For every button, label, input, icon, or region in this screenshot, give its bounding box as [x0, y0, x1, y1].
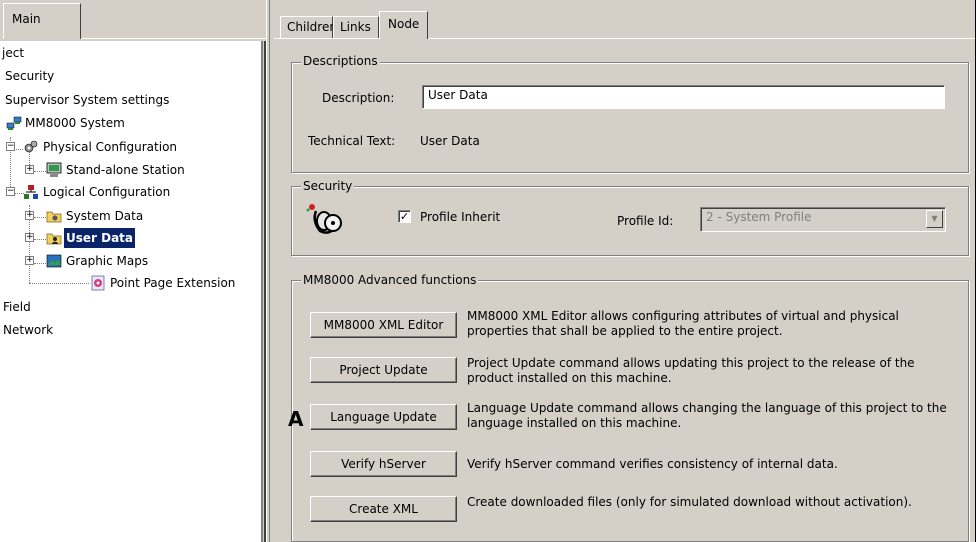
tree-item-system-data[interactable]: + System Data [0, 206, 260, 226]
tree-item-standalone-station[interactable]: + Stand-alone Station [0, 160, 260, 180]
technical-text-label: Technical Text: [308, 134, 396, 148]
language-update-button[interactable]: Language Update [310, 404, 457, 430]
tree-item-point-page-extension[interactable]: Point Page Extension [0, 273, 260, 293]
project-update-button[interactable]: Project Update [310, 357, 457, 383]
application-window: Main ject Security Supervisor System set… [0, 0, 976, 542]
tab-node[interactable]: Node [379, 11, 428, 39]
profile-id-select[interactable]: 2 - System Profile ▼ [700, 207, 946, 232]
map-icon [46, 254, 62, 268]
description-field[interactable]: User Data [422, 85, 945, 109]
mm8000-xml-editor-button[interactable]: MM8000 XML Editor [310, 312, 457, 338]
tree-item-field[interactable]: Field [3, 297, 31, 317]
right-panel: Children Links Node Descriptions Descrip… [272, 0, 975, 542]
profile-id-label: Profile Id: [617, 214, 674, 228]
security-legend: Security [301, 179, 355, 193]
logical-tree-icon [24, 185, 38, 199]
tab-links[interactable]: Links [333, 16, 379, 38]
tree-item-supervisor-settings[interactable]: Supervisor System settings [5, 90, 169, 110]
tree-item-graphic-maps[interactable]: + Graphic Maps [0, 251, 260, 271]
tree-item-project[interactable]: ject [2, 43, 24, 63]
gears-icon [24, 140, 38, 153]
annotation-marker: A [288, 407, 304, 431]
technical-text-value: User Data [420, 134, 480, 148]
project-tree[interactable]: ject Security Supervisor System settings… [0, 41, 263, 542]
mm8000-xml-editor-description: MM8000 XML Editor allows configuring att… [467, 309, 899, 338]
advanced-functions-legend: MM8000 Advanced functions [301, 273, 479, 287]
expand-icon[interactable]: + [25, 233, 34, 242]
expand-icon[interactable]: + [25, 256, 34, 265]
panel-splitter[interactable] [266, 0, 270, 542]
chevron-down-icon[interactable]: ▼ [926, 210, 943, 228]
create-xml-button[interactable]: Create XML [310, 496, 457, 522]
left-panel: Main ject Security Supervisor System set… [0, 0, 268, 542]
monitor-icon [46, 162, 62, 177]
profile-inherit-checkbox[interactable]: ✓ [398, 210, 411, 223]
user-folder-icon [46, 233, 62, 245]
point-page-icon [91, 275, 105, 291]
profile-lock-icon [306, 204, 342, 234]
collapse-icon[interactable]: − [6, 142, 15, 151]
tab-children[interactable]: Children [280, 16, 337, 38]
description-label: Description: [322, 91, 395, 105]
tree-item-mm8000-system[interactable]: MM8000 System [0, 113, 260, 133]
system-folder-icon [46, 211, 62, 223]
tab-main[interactable]: Main [3, 3, 81, 39]
expand-icon[interactable]: + [25, 165, 34, 174]
tree-item-user-data[interactable]: + User Data [0, 228, 260, 248]
tree-item-network[interactable]: Network [3, 320, 53, 340]
network-computers-icon [6, 116, 22, 130]
create-xml-description: Create downloaded files (only for simula… [467, 495, 912, 509]
collapse-icon[interactable]: − [6, 187, 15, 196]
profile-inherit-label: Profile Inherit [420, 210, 501, 224]
descriptions-group [291, 62, 969, 173]
verify-hserver-button[interactable]: Verify hServer [310, 451, 457, 477]
tree-item-physical-configuration[interactable]: − Physical Configuration [0, 137, 260, 157]
tree-item-logical-configuration[interactable]: − Logical Configuration [0, 182, 260, 202]
language-update-description: Language Update command allows changing … [467, 401, 947, 430]
project-update-description: Project Update command allows updating t… [467, 356, 915, 385]
descriptions-legend: Descriptions [301, 54, 380, 68]
expand-icon[interactable]: + [25, 211, 34, 220]
verify-hserver-description: Verify hServer command verifies consiste… [467, 457, 838, 471]
tree-item-security[interactable]: Security [5, 66, 54, 86]
